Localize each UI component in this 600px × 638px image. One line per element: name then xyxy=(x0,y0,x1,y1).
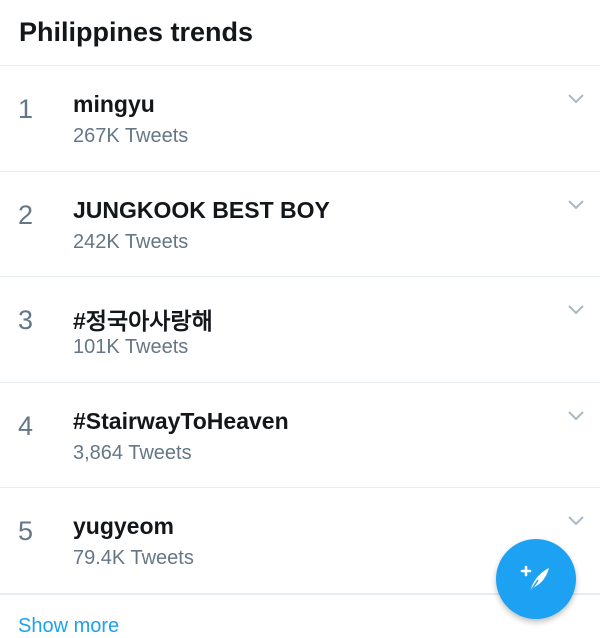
trend-tweet-count: 79.4K Tweets xyxy=(73,547,194,569)
trend-item[interactable]: 1 mingyu 267K Tweets xyxy=(0,66,600,172)
trend-rank: 4 xyxy=(18,410,34,441)
trend-name: yugyeom xyxy=(73,513,174,539)
chevron-down-icon[interactable] xyxy=(566,303,586,317)
trend-tweet-count: 3,864 Tweets xyxy=(73,441,192,464)
trend-rank: 2 xyxy=(18,199,34,230)
trend-item[interactable]: 4 #StairwayToHeaven 3,864 Tweets xyxy=(0,383,600,488)
trend-name: mingyu xyxy=(73,91,155,117)
trend-tweet-count: 267K Tweets xyxy=(73,125,189,147)
chevron-down-icon[interactable] xyxy=(566,409,586,423)
page-title: Philippines trends xyxy=(19,17,254,47)
show-more-link[interactable]: Show more xyxy=(18,615,119,638)
compose-tweet-icon xyxy=(520,565,549,593)
chevron-down-icon[interactable] xyxy=(566,514,586,528)
trend-name: #정국아사랑해 xyxy=(73,308,213,334)
trend-name: #StairwayToHeaven xyxy=(73,407,289,434)
trends-list: 1 mingyu 267K Tweets 2 JUNGKOOK BEST BOY… xyxy=(0,66,600,594)
trend-tweet-count: 101K Tweets xyxy=(73,336,189,358)
trend-rank: 1 xyxy=(18,94,34,124)
trend-rank: 5 xyxy=(18,516,34,546)
chevron-down-icon[interactable] xyxy=(566,198,586,212)
trend-item[interactable]: 2 JUNGKOOK BEST BOY 242K Tweets xyxy=(0,172,600,277)
chevron-down-icon[interactable] xyxy=(566,92,586,106)
trend-tweet-count: 242K Tweets xyxy=(73,230,189,253)
trend-item[interactable]: 3 #정국아사랑해 101K Tweets xyxy=(0,277,600,383)
compose-tweet-button[interactable] xyxy=(496,539,576,619)
trend-rank: 3 xyxy=(18,305,34,335)
trend-name: JUNGKOOK BEST BOY xyxy=(73,196,330,223)
trends-header: Philippines trends xyxy=(0,0,600,66)
